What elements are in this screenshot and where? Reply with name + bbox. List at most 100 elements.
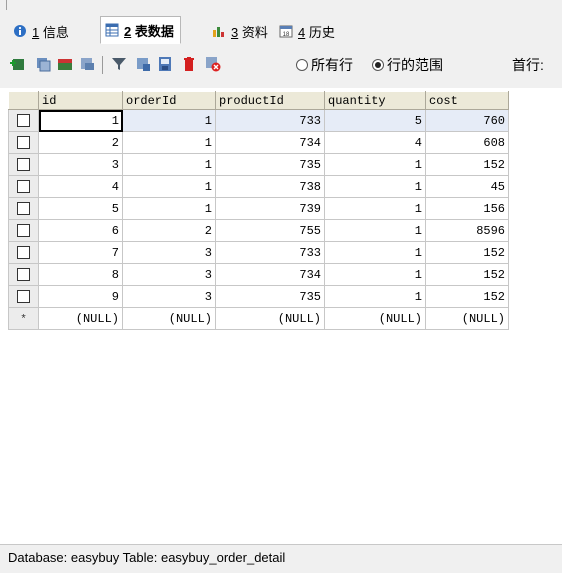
cell-id[interactable]: 4 — [38, 175, 123, 198]
row-checkbox[interactable] — [17, 201, 30, 215]
row-checkbox[interactable] — [17, 135, 30, 149]
cell-productId[interactable]: 755 — [215, 219, 325, 242]
delete-icon[interactable] — [180, 55, 198, 73]
table-row[interactable]: 9 3 735 1 152 — [8, 285, 509, 308]
cell-productId[interactable]: 735 — [215, 153, 325, 176]
cell-cost[interactable]: 152 — [425, 263, 509, 286]
tab-history[interactable]: 18 4 历史 — [274, 19, 342, 43]
cell-quantity[interactable]: 1 — [324, 241, 426, 264]
cell-id[interactable]: 5 — [38, 197, 123, 220]
cell-id[interactable]: 1 — [38, 109, 123, 132]
cell-productId[interactable]: 735 — [215, 285, 325, 308]
filter-icon[interactable] — [110, 55, 128, 73]
save-rows-icon[interactable] — [56, 55, 74, 73]
cell-quantity[interactable]: 1 — [324, 153, 426, 176]
cell-orderId[interactable]: (NULL) — [122, 307, 216, 330]
row-checkbox[interactable] — [17, 113, 30, 127]
cell-orderId[interactable]: 2 — [122, 219, 216, 242]
cell-id[interactable]: 7 — [38, 241, 123, 264]
cell-productId[interactable]: 734 — [215, 131, 325, 154]
row-selector[interactable] — [8, 175, 39, 198]
cell-id[interactable]: 3 — [38, 153, 123, 176]
row-selector[interactable] — [8, 263, 39, 286]
cell-quantity[interactable]: 1 — [324, 175, 426, 198]
row-checkbox[interactable] — [17, 245, 30, 259]
cell-orderId[interactable]: 1 — [122, 109, 216, 132]
column-header-id[interactable]: id — [38, 91, 123, 110]
cell-productId[interactable]: 739 — [215, 197, 325, 220]
cell-orderId[interactable]: 3 — [122, 241, 216, 264]
copy-row-icon[interactable] — [34, 55, 52, 73]
cancel-changes-icon[interactable] — [204, 55, 222, 73]
sort-icon[interactable] — [134, 55, 152, 73]
table-row[interactable]: 7 3 733 1 152 — [8, 241, 509, 264]
column-header-quantity[interactable]: quantity — [324, 91, 426, 110]
table-row[interactable]: 6 2 755 1 8596 — [8, 219, 509, 242]
cell-productId[interactable]: 733 — [215, 241, 325, 264]
cell-orderId[interactable]: 1 — [122, 153, 216, 176]
column-header-cost[interactable]: cost — [425, 91, 509, 110]
cell-quantity[interactable]: 1 — [324, 285, 426, 308]
row-selector[interactable] — [8, 285, 39, 308]
paste-rows-icon[interactable] — [78, 55, 96, 73]
row-selector[interactable] — [8, 131, 39, 154]
cell-id[interactable]: 8 — [38, 263, 123, 286]
cell-cost[interactable]: 760 — [425, 109, 509, 132]
cell-cost[interactable]: 608 — [425, 131, 509, 154]
cell-id[interactable]: (NULL) — [38, 307, 123, 330]
cell-quantity[interactable]: 1 — [324, 263, 426, 286]
cell-quantity[interactable]: 4 — [324, 131, 426, 154]
row-checkbox[interactable] — [17, 179, 30, 193]
cell-quantity[interactable]: 1 — [324, 219, 426, 242]
insert-row-icon[interactable] — [8, 55, 26, 73]
cell-id[interactable]: 2 — [38, 131, 123, 154]
export-icon[interactable] — [156, 55, 174, 73]
column-header-orderId[interactable]: orderId — [122, 91, 216, 110]
row-selector[interactable] — [8, 153, 39, 176]
tab-info[interactable]: 1 信息 — [8, 19, 76, 43]
cell-productId[interactable]: (NULL) — [215, 307, 325, 330]
row-checkbox[interactable] — [17, 289, 30, 303]
cell-productId[interactable]: 734 — [215, 263, 325, 286]
table-row[interactable]: 8 3 734 1 152 — [8, 263, 509, 286]
table-row[interactable]: 4 1 738 1 45 — [8, 175, 509, 198]
cell-quantity[interactable]: 5 — [324, 109, 426, 132]
row-selector[interactable] — [8, 109, 39, 132]
cell-quantity[interactable]: (NULL) — [324, 307, 426, 330]
row-checkbox[interactable] — [17, 157, 30, 171]
cell-id[interactable]: 6 — [38, 219, 123, 242]
cell-cost[interactable]: 8596 — [425, 219, 509, 242]
table-row[interactable]: 5 1 739 1 156 — [8, 197, 509, 220]
cell-orderId[interactable]: 3 — [122, 263, 216, 286]
cell-productId[interactable]: 738 — [215, 175, 325, 198]
new-row[interactable]: * (NULL) (NULL) (NULL) (NULL) (NULL) — [8, 307, 509, 330]
cell-cost[interactable]: 152 — [425, 241, 509, 264]
radio-all-rows-indicator[interactable] — [296, 59, 308, 71]
row-checkbox[interactable] — [17, 223, 30, 237]
cell-cost[interactable]: (NULL) — [425, 307, 509, 330]
cell-orderId[interactable]: 3 — [122, 285, 216, 308]
radio-row-range[interactable]: 行的范围 — [372, 55, 443, 75]
row-selector[interactable] — [8, 219, 39, 242]
cell-cost[interactable]: 152 — [425, 153, 509, 176]
cell-orderId[interactable]: 1 — [122, 131, 216, 154]
tab-table-data[interactable]: 2 表数据 — [100, 16, 181, 44]
row-checkbox[interactable] — [17, 267, 30, 281]
cell-quantity[interactable]: 1 — [324, 197, 426, 220]
table-row[interactable]: 2 1 734 4 608 — [8, 131, 509, 154]
tab-profile[interactable]: 3 资料 — [207, 19, 275, 43]
radio-row-range-indicator[interactable] — [372, 59, 384, 71]
table-row[interactable]: 3 1 735 1 152 — [8, 153, 509, 176]
radio-all-rows[interactable]: 所有行 — [296, 55, 353, 75]
cell-orderId[interactable]: 1 — [122, 197, 216, 220]
cell-productId[interactable]: 733 — [215, 109, 325, 132]
table-row[interactable]: 1 1 733 5 760 — [8, 109, 509, 132]
cell-id[interactable]: 9 — [38, 285, 123, 308]
column-header-productId[interactable]: productId — [215, 91, 325, 110]
row-selector[interactable] — [8, 197, 39, 220]
cell-cost[interactable]: 45 — [425, 175, 509, 198]
cell-cost[interactable]: 156 — [425, 197, 509, 220]
cell-orderId[interactable]: 1 — [122, 175, 216, 198]
row-selector[interactable] — [8, 241, 39, 264]
cell-cost[interactable]: 152 — [425, 285, 509, 308]
